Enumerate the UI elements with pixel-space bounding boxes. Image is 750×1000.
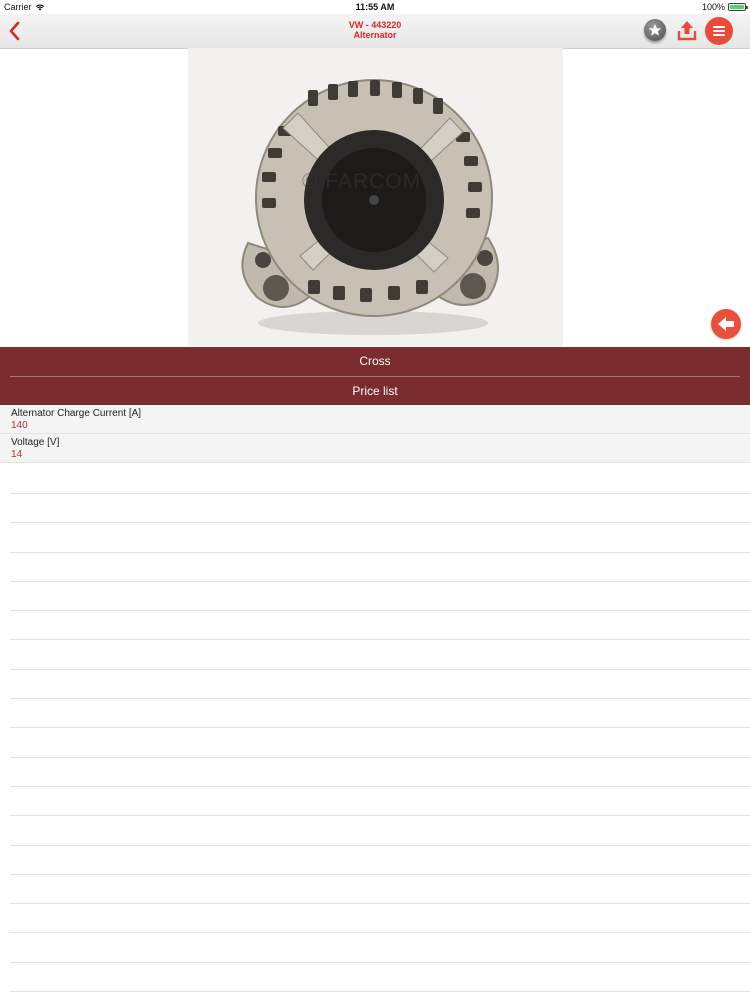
battery-percent: 100% <box>701 2 725 12</box>
row-separator <box>10 493 750 494</box>
row-separator <box>10 845 750 846</box>
row-separator <box>10 522 750 523</box>
row-separator <box>10 698 750 699</box>
share-button[interactable] <box>677 19 697 41</box>
row-separator <box>10 552 750 553</box>
row-separator <box>10 581 750 582</box>
row-separator <box>10 757 750 758</box>
row-separator <box>10 815 750 816</box>
row-separator <box>10 610 750 611</box>
product-image: © FARCOM <box>188 48 563 346</box>
watermark: © FARCOM <box>302 170 422 193</box>
property-value: 140 <box>11 420 28 431</box>
property-row: Voltage [V] 14 <box>0 434 750 463</box>
upload-icon <box>677 21 697 41</box>
menu-button[interactable] <box>705 17 733 45</box>
nav-bar: VW - 443220 Alternator <box>0 14 750 49</box>
property-row: Alternator Charge Current [A] 140 <box>0 405 750 434</box>
arrow-left-icon <box>718 317 734 331</box>
cross-button[interactable]: Cross <box>0 347 750 376</box>
row-separator <box>10 874 750 875</box>
clock: 11:55 AM <box>355 2 395 12</box>
price-list-button[interactable]: Price list <box>0 377 750 406</box>
battery-status: 100% <box>701 2 748 12</box>
favorite-button[interactable] <box>644 19 666 41</box>
star-icon <box>648 24 662 36</box>
previous-button[interactable] <box>711 309 741 339</box>
property-name: Voltage [V] <box>11 437 60 448</box>
row-separator <box>10 669 750 670</box>
page-title: VW - 443220 Alternator <box>0 20 750 40</box>
row-separator <box>10 991 750 992</box>
row-separator <box>10 932 750 933</box>
property-name: Alternator Charge Current [A] <box>11 408 142 419</box>
property-value: 14 <box>11 449 23 460</box>
action-list: Cross Price list <box>0 347 750 405</box>
battery-icon <box>728 3 748 11</box>
part-number: VW - 443220 <box>348 20 402 30</box>
alternator-picture <box>241 79 499 335</box>
row-separator <box>10 786 750 787</box>
row-separator <box>10 962 750 963</box>
row-separator <box>10 639 750 640</box>
status-bar: Carrier 11:55 AM 100% <box>0 0 750 14</box>
part-category: Alternator <box>353 30 397 40</box>
row-separator <box>10 903 750 904</box>
row-separator <box>10 727 750 728</box>
